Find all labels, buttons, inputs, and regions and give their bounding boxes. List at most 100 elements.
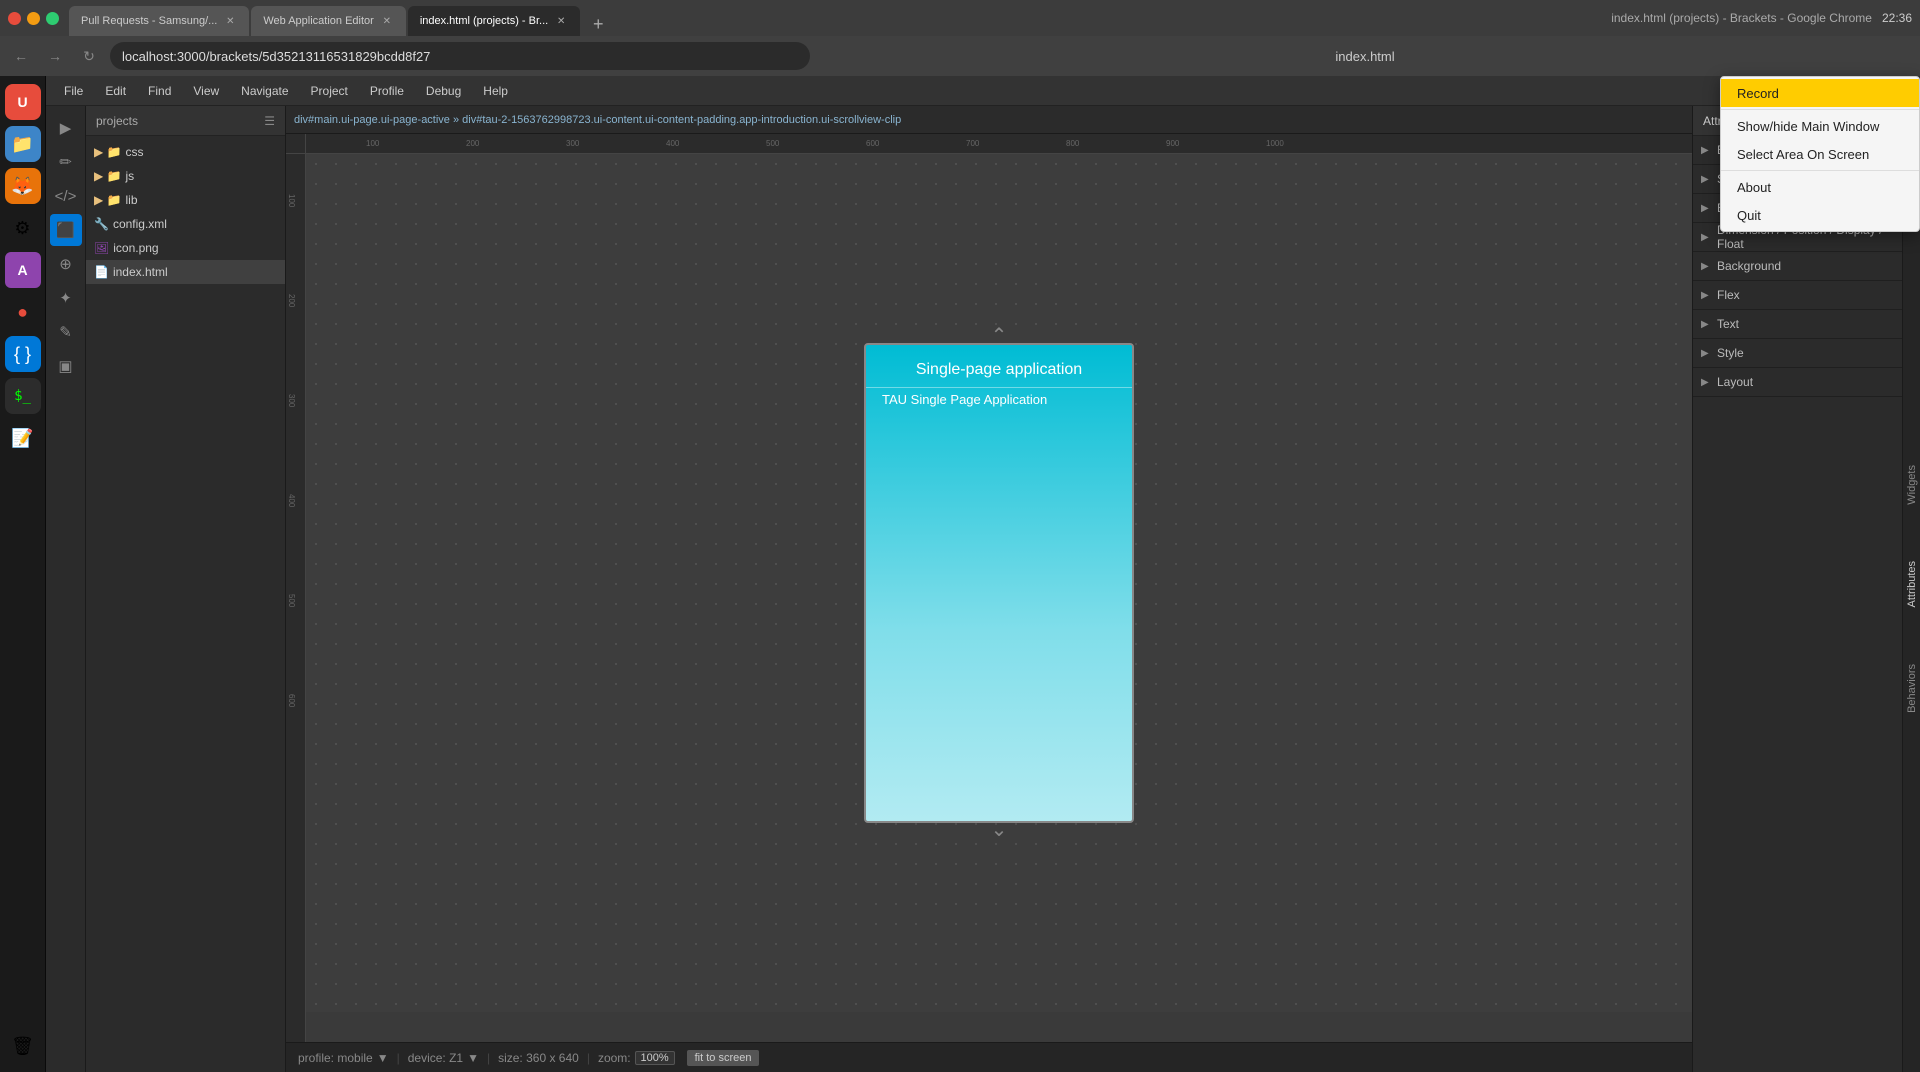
file-name: lib	[126, 193, 138, 207]
menu-project[interactable]: Project	[301, 80, 358, 102]
context-menu: Record Show/hide Main Window Select Area…	[1720, 76, 1920, 232]
sidebar-menu-icon[interactable]: ☰	[264, 114, 275, 128]
back-btn[interactable]: ←	[8, 43, 34, 69]
tab-attributes[interactable]: Attributes	[1906, 553, 1918, 615]
taskbar-icon-files[interactable]: 📁	[5, 126, 41, 162]
sidebar-header: projects ☰	[86, 106, 285, 136]
address-text: localhost:3000/brackets/5d35213116531829…	[122, 49, 430, 64]
taskbar-icon-ubuntu[interactable]: U	[5, 84, 41, 120]
maximize-window-btn[interactable]	[46, 12, 59, 25]
file-index-html[interactable]: 📄 index.html	[86, 260, 285, 284]
toolbar-select-btn[interactable]: ▣	[50, 350, 82, 382]
menu-help[interactable]: Help	[473, 80, 518, 102]
taskbar-icon-settings[interactable]: ⚙	[5, 210, 41, 246]
attributes-panel: Attributes ▶ Element ▶ Smart Things	[1692, 106, 1902, 1072]
file-name: js	[126, 169, 135, 183]
fit-to-screen-btn[interactable]: fit to screen	[687, 1050, 760, 1066]
menubar: File Edit Find View Navigate Project Pro…	[46, 76, 1920, 106]
toolbar-code-btn[interactable]: </>	[50, 180, 82, 212]
toolbar-move-btn[interactable]: ✦	[50, 282, 82, 314]
ctx-about[interactable]: About	[1721, 173, 1919, 201]
tab-web-editor[interactable]: Web Application Editor ✕	[251, 6, 405, 36]
file-config-xml[interactable]: 🔧 config.xml	[86, 212, 285, 236]
status-size: size: 360 x 640	[498, 1051, 579, 1065]
file-name: css	[126, 145, 144, 159]
taskbar-icon-brackets[interactable]: { }	[5, 336, 41, 372]
menu-find[interactable]: Find	[138, 80, 181, 102]
new-tab-btn[interactable]: +	[586, 12, 610, 36]
address-bar[interactable]: localhost:3000/brackets/5d35213116531829…	[110, 42, 810, 70]
taskbar-icon-notepad[interactable]: 📝	[5, 420, 41, 456]
file-name: config.xml	[113, 217, 167, 231]
zoom-input[interactable]	[635, 1051, 675, 1065]
attr-section-background: ▶ Background	[1693, 252, 1902, 281]
breadcrumb-bar: div#main.ui-page.ui-page-active » div#ta…	[286, 106, 1692, 134]
toolbar-pencil-btn[interactable]: ✎	[50, 316, 82, 348]
chrome-addressbar: ← → ↻ localhost:3000/brackets/5d35213116…	[0, 36, 1920, 76]
linux-taskbar: U 📁 🦊 ⚙ A ● { } $_ 📝 🗑	[0, 76, 46, 1072]
ctx-record[interactable]: Record	[1721, 79, 1919, 107]
attr-row-layout[interactable]: ▶ Layout	[1693, 368, 1902, 396]
device-dropdown-icon[interactable]: ▼	[467, 1051, 479, 1065]
tab-behaviors[interactable]: Behaviors	[1906, 656, 1918, 721]
tab-close-btn[interactable]: ✕	[554, 14, 568, 28]
menu-profile[interactable]: Profile	[360, 80, 414, 102]
ctx-select-area[interactable]: Select Area On Screen	[1721, 140, 1919, 168]
tab-close-btn[interactable]: ✕	[223, 14, 237, 28]
attr-section-text: ▶ Text	[1693, 310, 1902, 339]
canvas-arrow-down[interactable]: ⌄	[991, 817, 1008, 842]
status-bar: profile: mobile ▼ | device: Z1 ▼ | size:…	[286, 1042, 1692, 1072]
file-css[interactable]: ▶ 📁 css	[86, 140, 285, 164]
device-label: device: Z1	[408, 1051, 463, 1065]
ctx-quit[interactable]: Quit	[1721, 201, 1919, 229]
attr-arrow-box-model: ▶	[1701, 203, 1711, 214]
zoom-label: zoom:	[598, 1051, 631, 1065]
taskbar-icon-trash[interactable]: 🗑	[5, 1028, 41, 1064]
attr-label-flex: Flex	[1717, 288, 1894, 302]
toolbar-play-btn[interactable]: ▶	[50, 112, 82, 144]
phone-app-subtitle: TAU Single Page Application	[866, 388, 1132, 411]
attr-label-style: Style	[1717, 346, 1894, 360]
ruler-corner	[286, 134, 306, 154]
tab-pull-requests[interactable]: Pull Requests - Samsung/... ✕	[69, 6, 249, 36]
tab-widgets[interactable]: Widgets	[1906, 457, 1918, 513]
chrome-tabs: Pull Requests - Samsung/... ✕ Web Applic…	[69, 0, 1611, 36]
menu-navigate[interactable]: Navigate	[231, 80, 298, 102]
png-icon: 🖼	[94, 241, 109, 255]
taskbar-icon-app2[interactable]: ●	[5, 294, 41, 330]
ctx-show-hide[interactable]: Show/hide Main Window	[1721, 112, 1919, 140]
attr-row-text[interactable]: ▶ Text	[1693, 310, 1902, 338]
profile-dropdown-icon[interactable]: ▼	[377, 1051, 389, 1065]
menu-file[interactable]: File	[54, 80, 93, 102]
refresh-btn[interactable]: ↻	[76, 43, 102, 69]
taskbar-icon-terminal[interactable]: $_	[5, 378, 41, 414]
attr-row-style[interactable]: ▶ Style	[1693, 339, 1902, 367]
toolbar-draw-btn[interactable]: ✏	[50, 146, 82, 178]
attr-label-layout: Layout	[1717, 375, 1894, 389]
toolbar-design-btn[interactable]: ⬛	[50, 214, 82, 246]
attr-arrow-text: ▶	[1701, 319, 1711, 330]
menu-view[interactable]: View	[183, 80, 229, 102]
menu-debug[interactable]: Debug	[416, 80, 471, 102]
toolbar-add-btn[interactable]: ⊕	[50, 248, 82, 280]
menu-edit[interactable]: Edit	[95, 80, 136, 102]
tab-close-btn[interactable]: ✕	[380, 14, 394, 28]
ruler-horizontal: 100 200 300 400 500 600 700 800 900 1000	[306, 134, 1692, 154]
taskbar-icon-app1[interactable]: A	[5, 252, 41, 288]
attr-row-background[interactable]: ▶ Background	[1693, 252, 1902, 280]
file-icon-png[interactable]: 🖼 icon.png	[86, 236, 285, 260]
forward-btn[interactable]: →	[42, 43, 68, 69]
canvas-arrow-up[interactable]: ⌃	[991, 323, 1008, 348]
attr-row-flex[interactable]: ▶ Flex	[1693, 281, 1902, 309]
tab-index-html[interactable]: index.html (projects) - Br... ✕	[408, 6, 580, 36]
traffic-lights	[8, 12, 59, 25]
file-lib[interactable]: ▶ 📁 lib	[86, 188, 285, 212]
editor-canvas[interactable]: 100 200 300 400 500 600 700 800 900 1000	[286, 134, 1692, 1042]
folder-icon: ▶ 📁	[94, 169, 122, 183]
minimize-window-btn[interactable]	[27, 12, 40, 25]
tab-label: Web Application Editor	[263, 15, 373, 27]
attr-section-flex: ▶ Flex	[1693, 281, 1902, 310]
taskbar-icon-firefox[interactable]: 🦊	[5, 168, 41, 204]
close-window-btn[interactable]	[8, 12, 21, 25]
file-js[interactable]: ▶ 📁 js	[86, 164, 285, 188]
